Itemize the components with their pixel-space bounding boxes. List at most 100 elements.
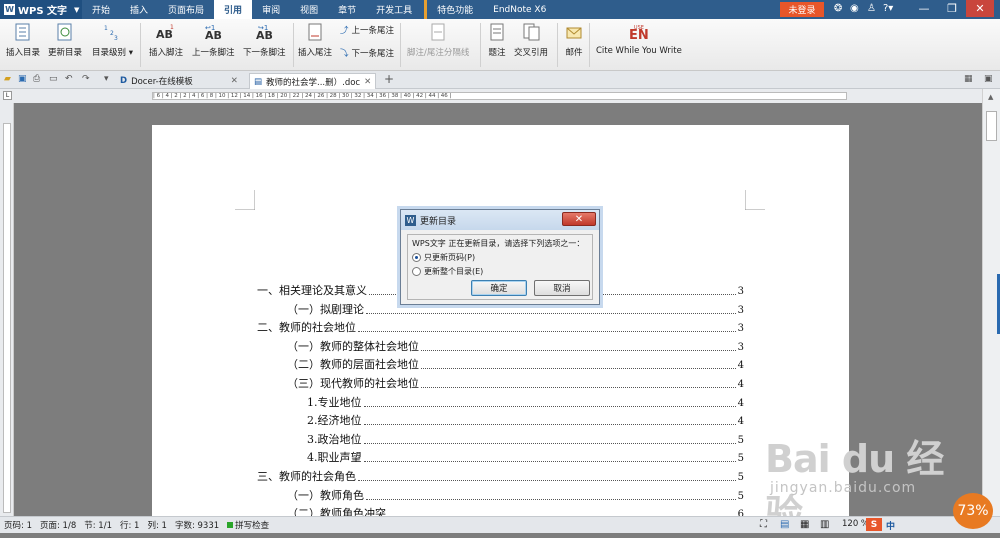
cross-reference-button[interactable]: 交叉引用 xyxy=(514,21,548,58)
dialog-close-button[interactable]: ✕ xyxy=(562,212,596,226)
save-icon[interactable]: ▣ xyxy=(18,74,27,84)
main-menu: 开始 插入 页面布局 引用 审阅 视图 章节 开发工具 xyxy=(82,0,422,19)
menu-item[interactable]: 审阅 xyxy=(252,0,290,19)
cancel-button[interactable]: 取消 xyxy=(534,280,590,296)
toc-entry[interactable]: （三）现代教师的社会地位 4 xyxy=(287,375,744,391)
toc-page-number: 5 xyxy=(737,490,744,502)
toc-page-number: 6 xyxy=(737,509,744,516)
close-window-button[interactable]: ✕ xyxy=(966,0,994,17)
redo-icon[interactable]: ↷ xyxy=(82,74,90,84)
page-view-icon[interactable]: ▤ xyxy=(780,519,789,530)
restore-button[interactable]: ❐ xyxy=(938,0,966,17)
toc-entry-text: 1.专业地位 xyxy=(307,395,362,409)
menu-item[interactable]: 视图 xyxy=(290,0,328,19)
status-section[interactable]: 节: 1/1 xyxy=(80,519,116,531)
svg-text:1: 1 xyxy=(104,25,108,32)
document-page[interactable]: 一、相关理论及其意义 3 （一）拟剧理论 3 二、教师的社会地位 3 （一）教师的整体社会地… xyxy=(152,125,849,516)
window-list-icon[interactable]: ▦ xyxy=(964,74,973,84)
cite-while-you-write-button[interactable]: USE EN Cite While You Write xyxy=(596,21,682,56)
crop-mark xyxy=(235,190,255,210)
toc-entry[interactable]: （二）教师角色冲突 6 xyxy=(287,505,744,516)
radio-button-selected[interactable] xyxy=(412,253,421,262)
toc-level-dropdown[interactable]: 123 目录级别 ▾ xyxy=(92,21,133,58)
performance-badge[interactable]: 73% xyxy=(953,493,993,529)
insert-endnote-button[interactable]: 插入尾注 xyxy=(298,21,332,58)
close-tab-icon[interactable]: ✕ xyxy=(231,76,238,86)
status-column[interactable]: 列: 1 xyxy=(143,519,170,531)
toc-entry[interactable]: 3.政治地位 5 xyxy=(307,431,744,447)
tab-document[interactable]: ▤ 教师的社会学...删）.doc ✕ xyxy=(249,73,377,89)
prev-endnote-icon: ⤴ xyxy=(340,26,349,36)
outline-view-icon[interactable]: ▦ xyxy=(800,519,809,530)
horizontal-ruler[interactable]: L | 6 | 4 | 2 | 2 | 4 | 6 | 8 | 10 | 12 … xyxy=(0,89,1000,103)
prev-endnote-button[interactable]: ⤴ 上一条尾注 xyxy=(340,24,394,36)
radio-button[interactable] xyxy=(412,267,421,276)
svg-text:3: 3 xyxy=(114,35,118,41)
ok-button[interactable]: 确定 xyxy=(471,280,527,296)
scroll-thumb[interactable] xyxy=(986,111,997,141)
option-update-page-numbers[interactable]: 只更新页码(P) xyxy=(412,252,588,263)
status-pages[interactable]: 页面: 1/8 xyxy=(36,519,80,531)
ruler-scale: | 6 | 4 | 2 | 2 | 4 | 6 | 8 | 10 | 12 | … xyxy=(152,92,847,100)
help-icon[interactable]: ?▾ xyxy=(883,3,893,14)
wps-app-menu-button[interactable]: W WPS 文字 ▼ xyxy=(0,0,82,19)
menu-endnote[interactable]: EndNote X6 xyxy=(483,0,556,19)
skin-icon[interactable]: ❂ xyxy=(834,3,842,14)
login-button[interactable]: 未登录 xyxy=(780,2,824,17)
vertical-ruler[interactable] xyxy=(0,103,14,516)
status-word-count[interactable]: 字数: 9331 xyxy=(171,519,223,531)
menu-item[interactable]: 插入 xyxy=(120,0,158,19)
minimize-button[interactable]: — xyxy=(910,0,938,17)
tab-docer[interactable]: D Docer-在线模板 ✕ xyxy=(116,73,242,89)
web-view-icon[interactable]: ▥ xyxy=(820,519,829,530)
ime-mode-indicator[interactable]: 中 xyxy=(886,519,895,532)
focus-mode-icon[interactable]: ⛶ xyxy=(760,519,767,530)
dialog-title-bar[interactable]: W 更新目录 ✕ xyxy=(401,210,599,230)
update-toc-button[interactable]: 更新目录 xyxy=(48,21,82,58)
toc-entry[interactable]: 1.专业地位 4 xyxy=(307,394,744,410)
tab-options-icon[interactable]: ▣ xyxy=(984,74,993,84)
toc-entry[interactable]: 4.职业声望 5 xyxy=(307,449,744,465)
undo-icon[interactable]: ↶ xyxy=(65,74,73,84)
toc-entry[interactable]: （一）教师的整体社会地位 3 xyxy=(287,338,744,354)
status-row[interactable]: 行: 1 xyxy=(116,519,143,531)
print-preview-icon[interactable]: ▭ xyxy=(49,74,58,84)
vertical-scrollbar[interactable]: ▲ xyxy=(982,89,1000,516)
status-page-number[interactable]: 页码: 1 xyxy=(0,519,36,531)
mail-button[interactable]: 邮件 xyxy=(563,21,585,58)
toc-leader-dots xyxy=(363,405,736,407)
toc-entry[interactable]: 二、教师的社会地位 3 xyxy=(257,319,744,335)
insert-toc-button[interactable]: 插入目录 xyxy=(6,21,40,58)
next-footnote-button[interactable]: AB ↪1 下一条脚注 xyxy=(243,21,286,58)
toc-entry[interactable]: （二）教师的层面社会地位 4 xyxy=(287,356,744,372)
caption-button[interactable]: 题注 xyxy=(486,21,508,58)
toc-entry[interactable]: 2.经济地位 4 xyxy=(307,412,744,428)
menu-item[interactable]: 章节 xyxy=(328,0,366,19)
prev-footnote-button[interactable]: AB ↩1 上一条脚注 xyxy=(192,21,235,58)
sogou-ime-icon[interactable]: S xyxy=(866,518,882,531)
toc-entry[interactable]: （一）教师角色 5 xyxy=(287,487,744,503)
new-tab-icon[interactable]: + xyxy=(384,72,394,86)
menu-item[interactable]: 引用 xyxy=(214,0,253,19)
help-center-icon[interactable]: ◉ xyxy=(850,3,859,14)
insert-footnote-button[interactable]: AB 1 插入脚注 xyxy=(149,21,183,58)
scroll-up-icon[interactable]: ▲ xyxy=(988,93,993,101)
print-icon[interactable]: ⎙ xyxy=(33,74,40,84)
option-update-entire-toc[interactable]: 更新整个目录(E) xyxy=(412,266,588,277)
shirt-icon[interactable]: ♙ xyxy=(867,3,876,14)
footnote-separator-button[interactable]: 脚注/尾注分隔线 xyxy=(407,21,469,58)
toc-leader-dots xyxy=(421,387,736,388)
menu-item[interactable]: 开始 xyxy=(82,0,120,19)
tab-stop-selector-icon[interactable]: L xyxy=(3,91,12,100)
zoom-level[interactable]: 120 % xyxy=(842,519,869,529)
menu-feature[interactable]: 特色功能 xyxy=(424,0,483,19)
close-tab-icon[interactable]: ✕ xyxy=(364,77,371,87)
open-folder-icon[interactable]: ▰ xyxy=(4,74,11,84)
menu-item[interactable]: 页面布局 xyxy=(158,0,214,19)
toc-entry[interactable]: 三、教师的社会角色 5 xyxy=(257,468,744,484)
menu-item[interactable]: 开发工具 xyxy=(366,0,422,19)
next-endnote-button[interactable]: ⤵ 下一条尾注 xyxy=(340,47,394,59)
spell-check-toggle[interactable]: 拼写检查 xyxy=(223,519,273,531)
quick-access-dropdown-icon[interactable]: ▾ xyxy=(104,74,109,84)
ribbon-separator xyxy=(589,23,590,67)
